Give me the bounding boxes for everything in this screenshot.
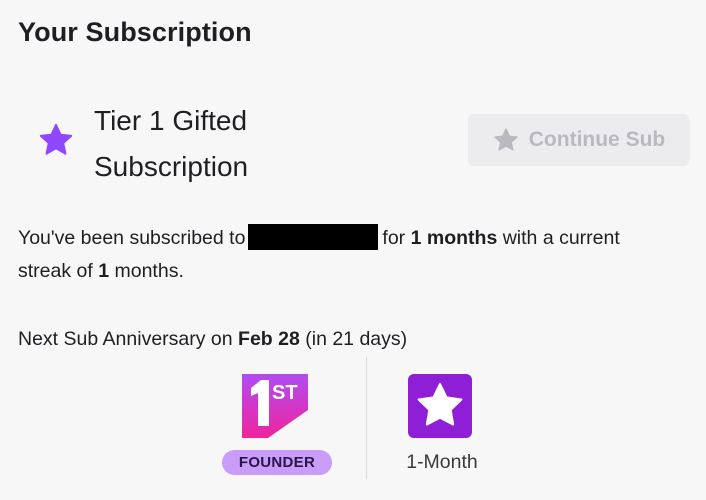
- continue-sub-button[interactable]: Continue Sub: [468, 114, 690, 166]
- svg-text:ST: ST: [272, 382, 298, 404]
- continue-sub-label: Continue Sub: [528, 128, 666, 151]
- star-icon: [39, 123, 73, 155]
- one-month-star-badge-icon: [408, 374, 472, 438]
- anniversary-suffix: (in 21 days): [305, 328, 408, 350]
- streak-count: 1: [98, 260, 110, 282]
- next-anniversary-text: Next Sub Anniversary on Feb 28 (in 21 da…: [18, 324, 407, 354]
- star-icon: [494, 128, 518, 151]
- badge-divider: [366, 357, 367, 479]
- streak-text: You've been subscribed to for 1 months wi…: [18, 222, 678, 288]
- anniversary-prefix: Next Sub Anniversary on: [18, 328, 233, 350]
- streak-for: for: [382, 227, 406, 249]
- one-month-label: 1-Month: [406, 451, 478, 473]
- streak-unit: months.: [114, 260, 184, 282]
- tier-name: Tier 1 Gifted Subscription: [94, 98, 354, 190]
- anniversary-date: Feb 28: [238, 328, 300, 350]
- founder-label: FOUNDER: [222, 450, 332, 475]
- tier-name-line1: Tier 1 Gifted: [94, 105, 248, 136]
- streak-months-total: 1 months: [410, 227, 498, 249]
- subscription-panel: Your Subscription Tier 1 Gifted Subscrip…: [0, 0, 706, 500]
- tier-name-line2: Subscription: [94, 151, 249, 182]
- first-founder-badge-icon: ST: [242, 374, 308, 438]
- page-title: Your Subscription: [18, 17, 252, 47]
- streak-prefix: You've been subscribed to: [18, 227, 246, 249]
- subscription-tier-row: Tier 1 Gifted Subscription Continue Sub: [36, 98, 696, 188]
- one-month-badge: 1-Month: [392, 374, 492, 478]
- founder-badge: ST FOUNDER: [222, 374, 332, 478]
- redacted-channel-name: [248, 224, 379, 250]
